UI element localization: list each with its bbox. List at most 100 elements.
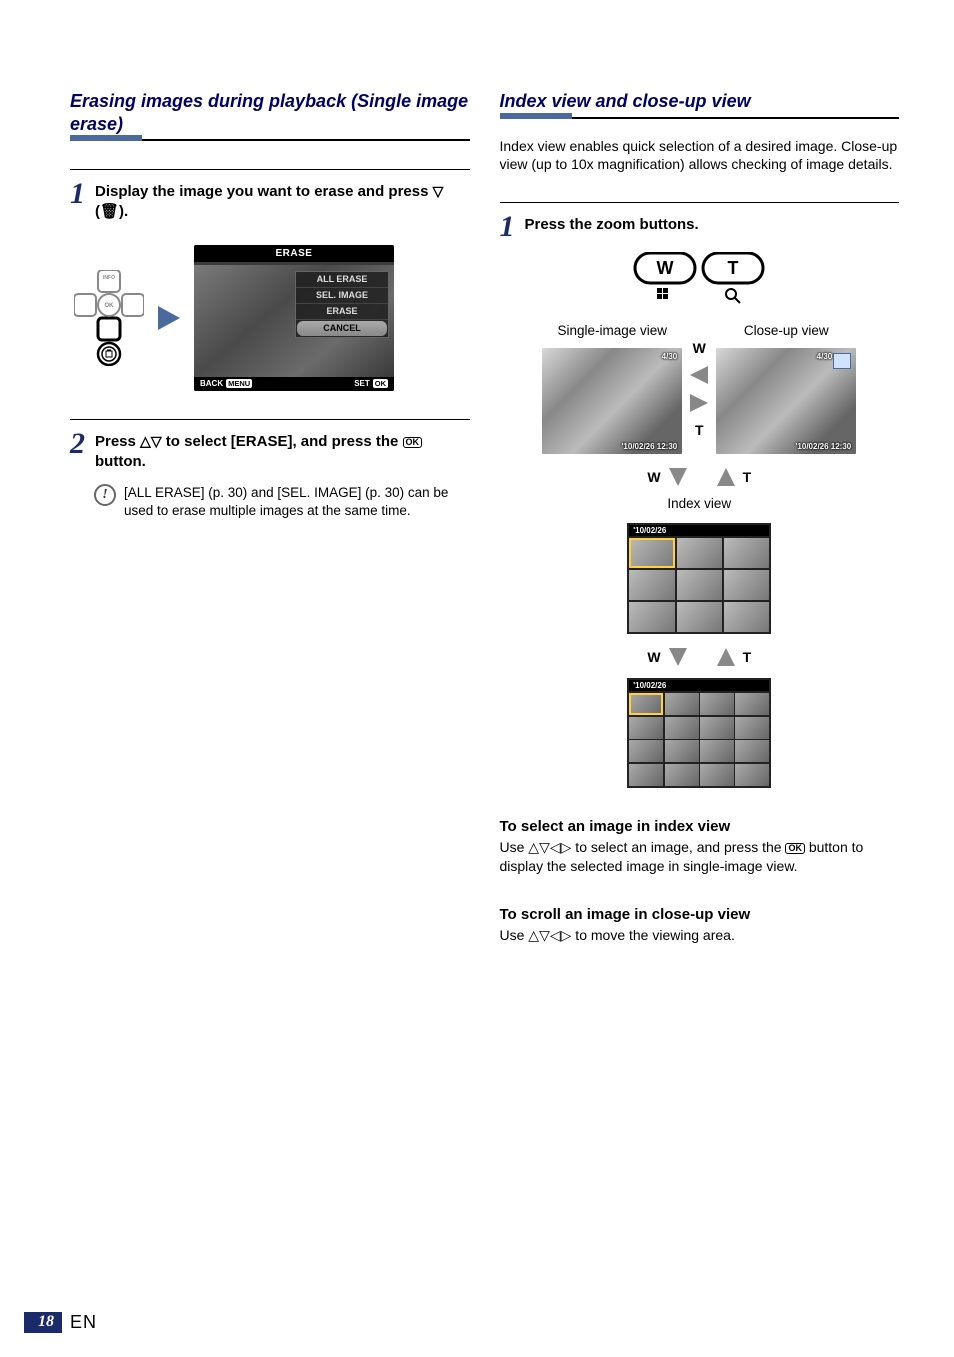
arrow-up-icon: [717, 648, 735, 666]
note-text: [ALL ERASE] (p. 30) and [SEL. IMAGE] (p.…: [124, 484, 470, 520]
index-thumb: [724, 538, 769, 568]
step-number: 1: [70, 180, 85, 207]
intro-text: Index view enables quick selection of a …: [500, 137, 900, 175]
left-triangle-icon: ◁: [550, 927, 561, 943]
zoom-area-icon: [833, 353, 851, 369]
index-thumb: [629, 764, 663, 786]
menu-item: ERASE: [296, 304, 388, 320]
arrow-up-icon: [717, 468, 735, 486]
erase-menu-list: ALL ERASE SEL. IMAGE ERASE CANCEL: [295, 271, 389, 338]
trash-icon: 🗑: [100, 203, 119, 220]
wt-arrows: W T: [690, 340, 708, 438]
down-triangle-icon: ▽: [539, 839, 550, 855]
step-1-right-text: Press the zoom buttons.: [525, 215, 699, 235]
section-title-erase: Erasing images during playback (Single i…: [70, 90, 470, 141]
index-thumb: [629, 570, 674, 600]
index-thumb: [735, 764, 769, 786]
index-thumb: [677, 570, 722, 600]
underline-accent: [500, 113, 572, 119]
arrow-right-icon: [690, 394, 708, 412]
index-thumb: [629, 740, 663, 762]
image-counter: 4/30: [662, 352, 678, 361]
diagram-erase: INFO OK ERASE ALL ERASE SEL. IMAGE ERASE…: [74, 245, 470, 391]
wt-toggle-1: W T: [500, 468, 900, 486]
step-1-right: 1 Press the zoom buttons.: [500, 202, 900, 240]
erase-menu-screen: ERASE ALL ERASE SEL. IMAGE ERASE CANCEL …: [194, 245, 394, 391]
t-label: T: [695, 422, 704, 438]
index-thumb: [735, 717, 769, 739]
image-timestamp: '10/02/26 12:30: [622, 442, 678, 451]
arrow-right-icon: [158, 306, 180, 330]
arrow-left-icon: [690, 366, 708, 384]
subhead-select: To select an image in index view: [500, 818, 900, 835]
page-footer: 18 EN: [24, 1312, 97, 1333]
menu-item-selected: CANCEL: [297, 321, 387, 336]
single-view-label: Single-image view: [542, 323, 682, 338]
index-thumb: [629, 602, 674, 632]
w-label: W: [693, 340, 706, 356]
step-1-left: 1 Display the image you want to erase an…: [70, 169, 470, 223]
up-triangle-icon: △: [528, 927, 539, 943]
arrow-down-icon: [669, 648, 687, 666]
arrow-down-icon: [669, 468, 687, 486]
subhead-scroll: To scroll an image in close-up view: [500, 906, 900, 923]
index-thumb-selected: [629, 693, 663, 715]
index-thumb: [724, 602, 769, 632]
down-triangle-icon: ▽: [433, 183, 444, 199]
index-thumb: [629, 717, 663, 739]
step-2-left: 2 Press △▽ to select [ERASE], and press …: [70, 419, 470, 473]
index-thumb: [700, 740, 734, 762]
step-number: 2: [70, 430, 85, 457]
svg-text:OK: OK: [105, 303, 115, 309]
single-image-preview: 4/30 '10/02/26 12:30: [542, 348, 682, 454]
subtext-select: Use △▽◁▷ to select an image, and press t…: [500, 838, 900, 876]
zoom-buttons-icon: W T: [629, 252, 769, 304]
subtext-scroll: Use △▽◁▷ to move the viewing area.: [500, 926, 900, 945]
underline-accent: [70, 135, 142, 141]
up-triangle-icon: △: [528, 839, 539, 855]
index-thumb: [724, 570, 769, 600]
step-number: 1: [500, 213, 515, 240]
ok-button-icon: OK: [403, 437, 423, 448]
menu-item: SEL. IMAGE: [296, 288, 388, 304]
arrow-pad-icon: INFO OK: [74, 270, 144, 366]
index-date: '10/02/26: [629, 525, 769, 536]
index-grid-3: '10/02/26: [627, 523, 771, 634]
image-counter: 4/30: [817, 352, 833, 361]
index-thumb: [700, 717, 734, 739]
index-thumb: [677, 602, 722, 632]
index-thumb: [665, 717, 699, 739]
svg-text:W: W: [657, 258, 674, 278]
page-number: 18: [24, 1312, 62, 1333]
left-triangle-icon: ◁: [550, 839, 561, 855]
step-2-text: Press △▽ to select [ERASE], and press th…: [95, 432, 470, 473]
closeup-image-preview: 4/30 '10/02/26 12:30: [716, 348, 856, 454]
index-view-label: Index view: [500, 496, 900, 511]
svg-text:T: T: [728, 258, 739, 278]
up-triangle-icon: △: [140, 433, 151, 449]
index-thumb: [665, 693, 699, 715]
index-thumb: [735, 740, 769, 762]
right-triangle-icon: ▷: [561, 839, 572, 855]
down-triangle-icon: ▽: [539, 927, 550, 943]
index-thumb: [735, 693, 769, 715]
index-thumb: [700, 693, 734, 715]
index-thumb: [665, 764, 699, 786]
index-date: '10/02/26: [629, 680, 769, 691]
index-thumb: [677, 538, 722, 568]
svg-text:INFO: INFO: [103, 275, 115, 281]
index-thumb: [700, 764, 734, 786]
caution-icon: !: [94, 484, 116, 506]
language-code: EN: [70, 1312, 97, 1333]
index-thumb: [665, 740, 699, 762]
screen-title: ERASE: [194, 245, 394, 262]
set-label: SETOK: [354, 379, 388, 388]
right-triangle-icon: ▷: [561, 927, 572, 943]
back-label: BACKMENU: [200, 379, 252, 388]
note: ! [ALL ERASE] (p. 30) and [SEL. IMAGE] (…: [94, 484, 470, 520]
ok-button-icon: OK: [785, 843, 805, 854]
closeup-view-label: Close-up view: [716, 323, 856, 338]
wt-toggle-2: W T: [500, 648, 900, 666]
menu-item: ALL ERASE: [296, 272, 388, 288]
down-triangle-icon: ▽: [151, 433, 162, 449]
